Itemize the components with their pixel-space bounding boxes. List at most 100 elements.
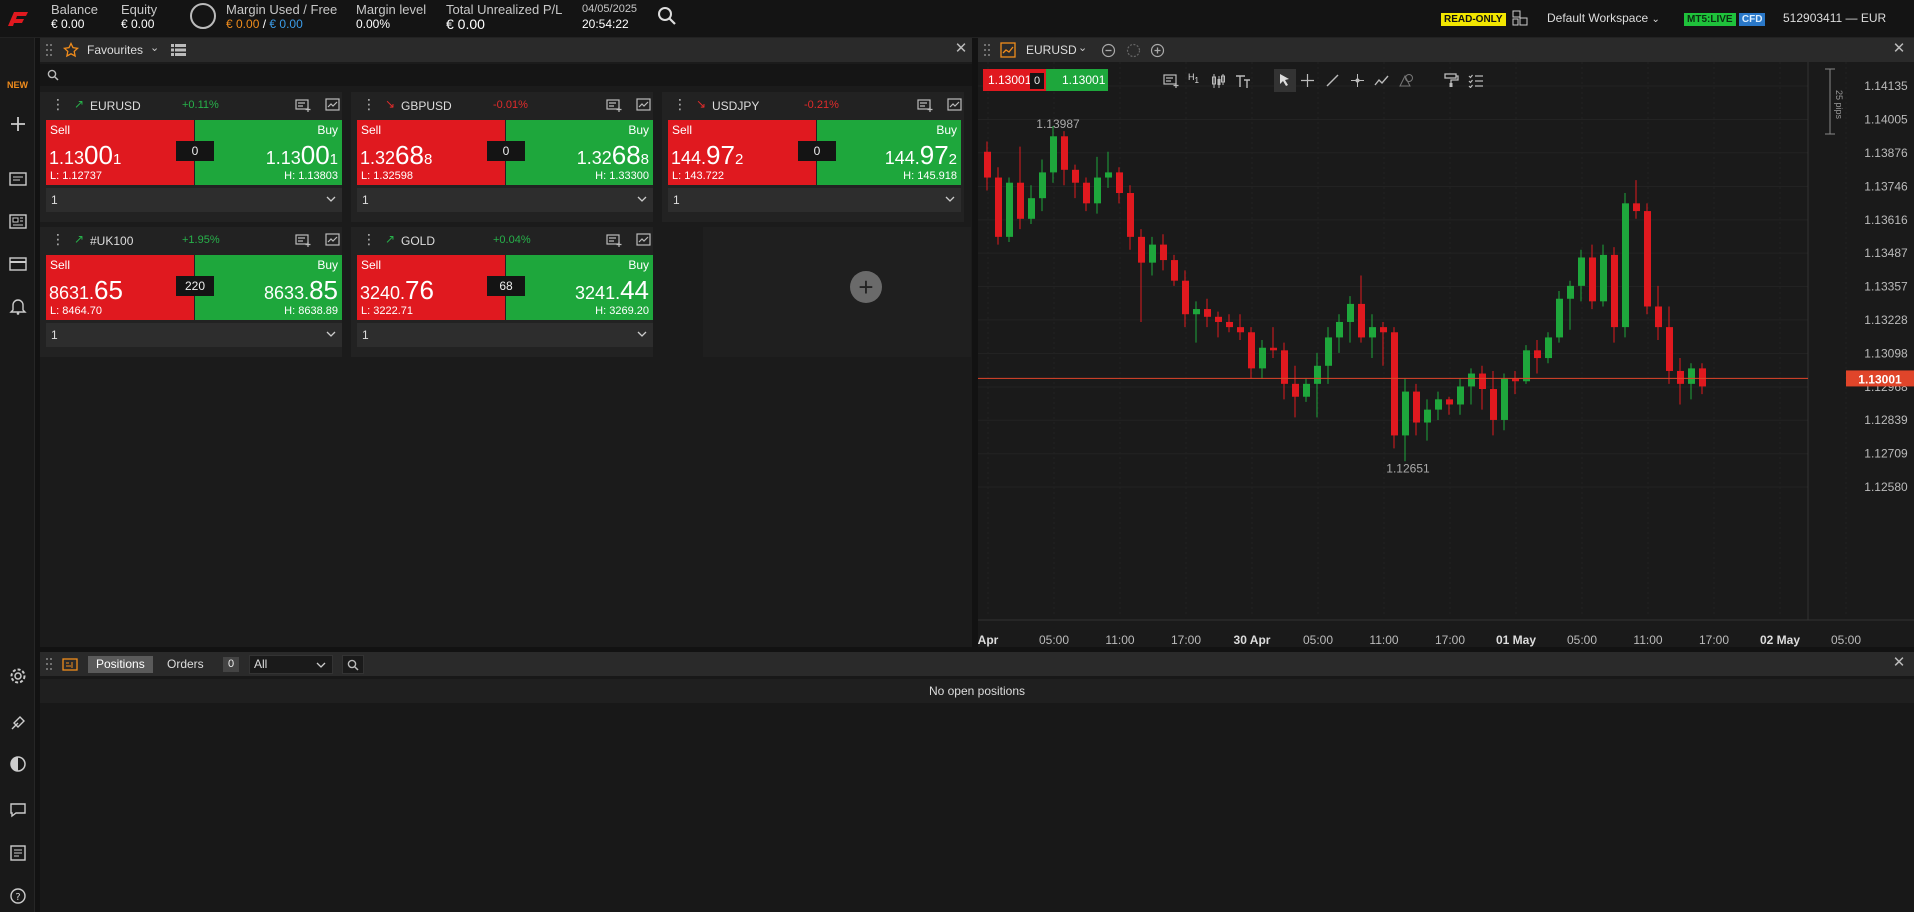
buy-button[interactable]: Buy 1.13001 H: 1.13803 (195, 120, 342, 185)
candle-body (1193, 309, 1200, 315)
timeframe-selector[interactable]: H1 (1188, 72, 1199, 85)
order-ticket-icon[interactable] (917, 97, 933, 113)
close-icon[interactable]: ✕ (1892, 41, 1906, 56)
news-icon[interactable] (8, 212, 28, 232)
sell-button[interactable]: Sell 1.13001 L: 1.12737 (46, 120, 194, 185)
search-icon (347, 659, 359, 671)
candle-body (1358, 303, 1365, 338)
plus-icon[interactable] (8, 114, 28, 134)
candle-body (1424, 409, 1431, 423)
quote-tile-usdjpy: ⋮ ↘ USDJPY -0.21% Sell 144.972 L: 143.72… (662, 92, 964, 222)
trend-down-icon: ↘ (696, 97, 707, 111)
sell-button[interactable]: Sell 8631.65 L: 8464.70 (46, 255, 194, 320)
more-vertical-icon[interactable]: ⋮ (51, 232, 65, 247)
trend-line-icon[interactable] (1325, 73, 1340, 88)
order-ticket-icon[interactable] (606, 97, 622, 113)
chart-open-icon[interactable] (325, 232, 341, 248)
x-tick-label: 17:00 (1171, 633, 1201, 647)
add-symbol-button[interactable]: + (850, 271, 882, 303)
quantity-select[interactable]: 1 (46, 188, 342, 212)
chart-open-icon[interactable] (636, 97, 652, 113)
cursor-tool-button[interactable] (1274, 69, 1296, 92)
chart-panel: EURUSD ⌄ ✕ 1.14135 1.14005 1.13876 1.13746 1… (978, 38, 1914, 647)
low-price: L: 3222.71 (361, 305, 413, 317)
close-icon[interactable]: ✕ (1892, 655, 1906, 670)
crosshair-icon[interactable] (1300, 73, 1315, 88)
order-ticket-icon[interactable] (1163, 73, 1179, 89)
theme-toggle-icon[interactable] (8, 754, 28, 774)
polyline-icon[interactable] (1374, 73, 1389, 88)
report-icon[interactable] (8, 843, 28, 863)
zoom-reset-icon[interactable] (1126, 43, 1141, 58)
workspace-layout-icon[interactable] (1512, 9, 1528, 27)
sell-label: Sell (50, 258, 71, 272)
chart-open-icon[interactable] (325, 97, 341, 113)
buy-button[interactable]: Buy 8633.85 H: 8638.89 (195, 255, 342, 320)
trend-down-icon: ↘ (385, 97, 396, 111)
drag-handle-icon[interactable] (45, 657, 53, 671)
order-ticket-icon[interactable] (295, 97, 311, 113)
buy-button[interactable]: Buy 3241.44 H: 3269.20 (506, 255, 653, 320)
candle-body (1699, 368, 1706, 387)
chart-symbol[interactable]: EURUSD (1026, 43, 1077, 57)
order-ticket-icon[interactable] (606, 232, 622, 248)
quantity-select[interactable]: 1 (357, 188, 653, 212)
price-chart[interactable]: 1.14135 1.14005 1.13876 1.13746 1.13616 1.134… (978, 62, 1914, 647)
tab-positions[interactable]: Positions (88, 656, 153, 673)
chat-icon[interactable] (8, 800, 28, 820)
brand-logo-icon[interactable] (6, 8, 32, 30)
candle-body (1094, 177, 1101, 204)
positions-search-button[interactable] (342, 655, 364, 674)
zoom-in-icon[interactable] (1150, 43, 1165, 58)
quantity-select[interactable]: 1 (668, 188, 961, 212)
sell-button[interactable]: Sell 1.32688 L: 1.32598 (357, 120, 505, 185)
card-icon[interactable] (8, 254, 28, 274)
new-icon[interactable]: NEW (7, 75, 28, 95)
more-vertical-icon[interactable]: ⋮ (362, 232, 376, 247)
sell-button[interactable]: Sell 3240.76 L: 3222.71 (357, 255, 505, 320)
drag-handle-icon[interactable] (45, 43, 53, 57)
bell-icon[interactable] (8, 296, 28, 316)
x-tick-label: 30 Apr (1234, 633, 1271, 647)
chart-open-icon[interactable] (947, 97, 963, 113)
drag-handle-icon[interactable] (983, 43, 991, 57)
quote-list-icon[interactable] (8, 170, 28, 190)
sell-label: Sell (50, 123, 71, 137)
candle-body (1622, 203, 1629, 328)
order-ticket-icon[interactable] (295, 232, 311, 248)
more-vertical-icon[interactable]: ⋮ (51, 97, 65, 112)
object-list-icon[interactable] (1468, 73, 1484, 88)
chevron-down-icon[interactable]: ⌄ (150, 41, 159, 54)
help-icon[interactable]: ? (8, 886, 28, 906)
spread-value: 0 (798, 141, 836, 161)
list-view-icon[interactable] (171, 43, 186, 57)
chart-buy-button[interactable]: 1.13001 (1046, 69, 1108, 91)
close-icon[interactable]: ✕ (954, 41, 968, 56)
zoom-out-icon[interactable] (1101, 43, 1116, 58)
more-vertical-icon[interactable]: ⋮ (362, 97, 376, 112)
chart-open-icon[interactable] (636, 232, 652, 248)
buy-button[interactable]: Buy 144.972 H: 145.918 (817, 120, 961, 185)
account-selector[interactable]: 512903411 — EUR (1783, 11, 1886, 25)
positions-filter-select[interactable]: All (249, 655, 333, 674)
sell-button[interactable]: Sell 144.972 L: 143.722 (668, 120, 816, 185)
chevron-down-icon[interactable]: ⌄ (1078, 41, 1087, 54)
indicators-icon[interactable] (1235, 73, 1251, 89)
equity-value: € 0.00 (121, 17, 155, 31)
shapes-icon[interactable] (1398, 73, 1414, 88)
search-icon[interactable] (656, 5, 678, 27)
quantity-select[interactable]: 1 (357, 323, 653, 347)
paint-roller-icon[interactable] (1444, 73, 1459, 88)
more-vertical-icon[interactable]: ⋮ (673, 97, 687, 112)
gear-icon[interactable] (8, 666, 28, 686)
tab-orders[interactable]: Orders (159, 656, 212, 673)
point-tool-icon[interactable] (1350, 73, 1365, 88)
workspace-selector[interactable]: Default Workspace ⌄ (1547, 11, 1660, 25)
cfd-badge: CFD (1738, 13, 1766, 26)
candle-type-icon[interactable] (1210, 73, 1226, 89)
brush-icon[interactable] (8, 713, 28, 733)
quantity-select[interactable]: 1 (46, 323, 342, 347)
quote-tile-eurusd: ⋮ ↗ EURUSD +0.11% Sell 1.13001 L: 1.1273… (40, 92, 342, 222)
favourites-search-input[interactable] (40, 64, 972, 86)
buy-button[interactable]: Buy 1.32688 H: 1.33300 (506, 120, 653, 185)
